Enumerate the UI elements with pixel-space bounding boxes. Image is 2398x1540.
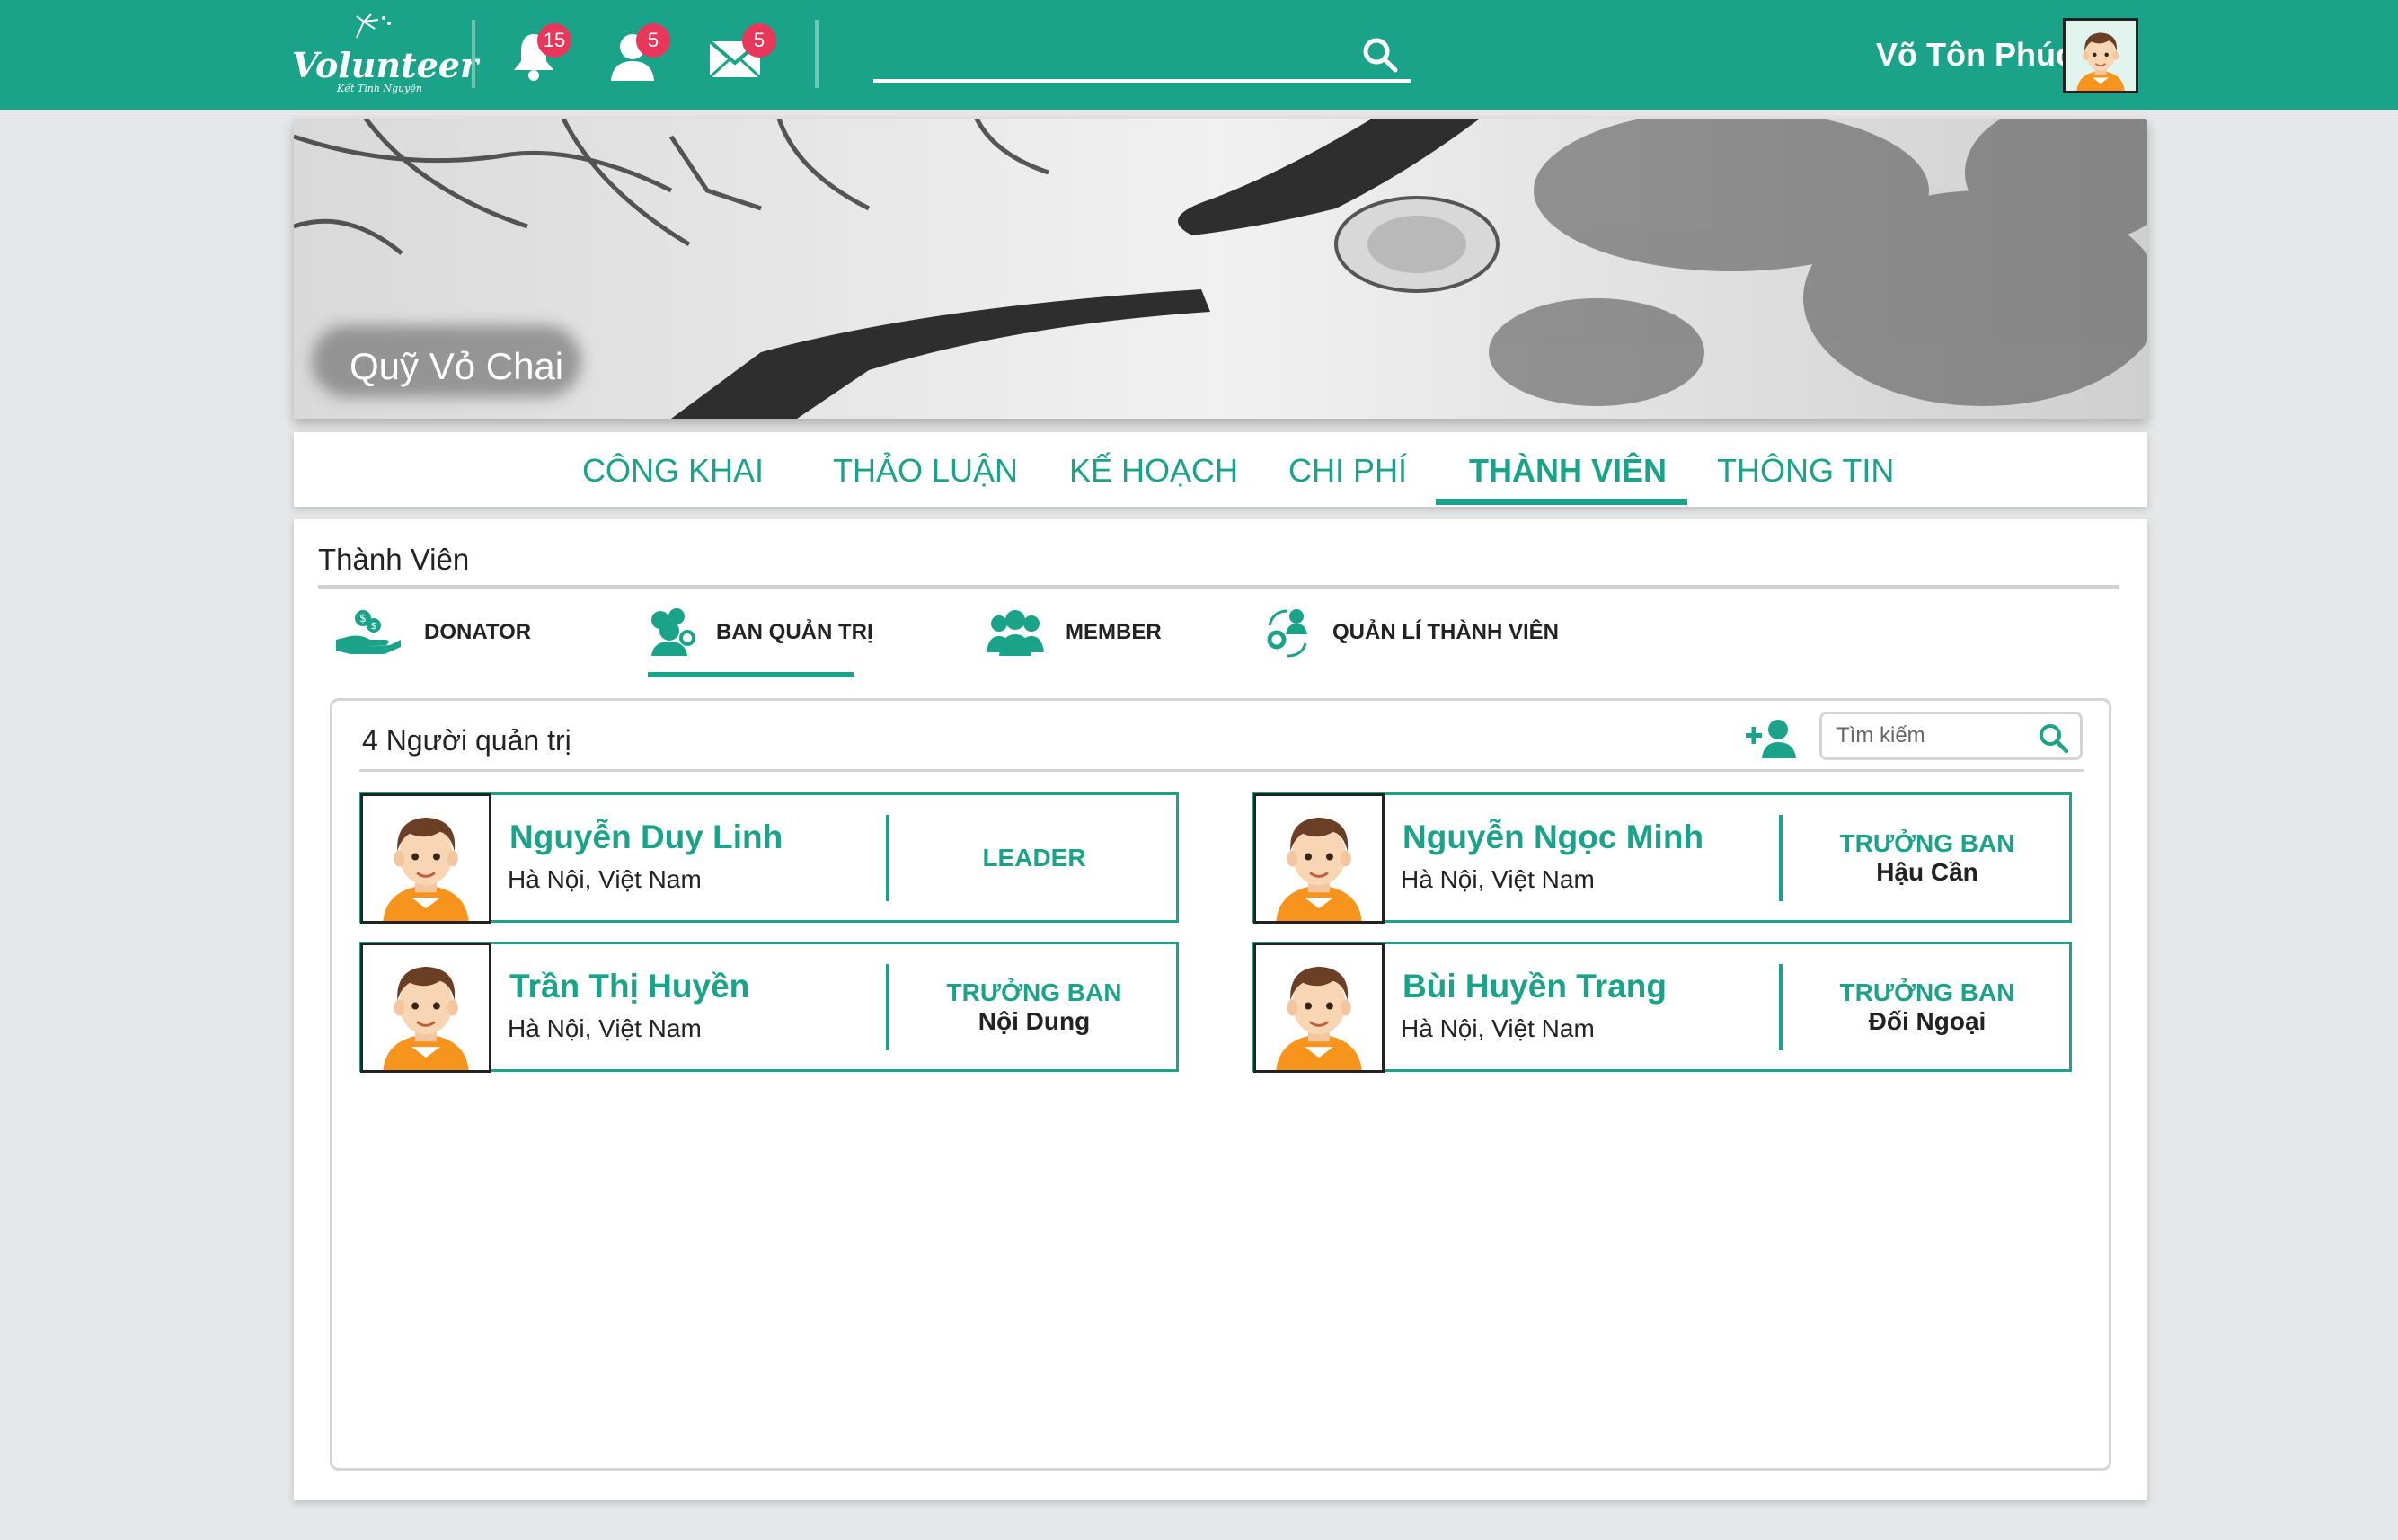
admin-list: 4 Người quản trị Nguyễn Duy Linh Hà N — [330, 698, 2111, 1471]
role-department: Hậu Cần — [1876, 857, 1978, 886]
notifications-button[interactable]: 15 — [509, 23, 571, 88]
tab-thao-luan[interactable]: THẢO LUẬN — [833, 452, 1018, 490]
avatar-image — [363, 945, 489, 1070]
role-title: TRƯỞNG BAN — [1839, 978, 2015, 1006]
dandelion-icon — [356, 13, 391, 39]
members-group-icon — [987, 610, 1044, 656]
member-avatar — [360, 943, 491, 1073]
avatar-image — [363, 796, 489, 921]
member-role: TRƯỞNG BAN Nội Dung — [892, 944, 1176, 1069]
tab-cong-khai[interactable]: CÔNG KHAI — [582, 452, 764, 490]
divider — [359, 769, 2084, 772]
active-tab-indicator — [1436, 499, 1687, 505]
subtab-label: QUẢN LÍ THÀNH VIÊN — [1332, 620, 1559, 644]
admin-search-input[interactable] — [1836, 723, 2034, 748]
member-location: Hà Nội, Việt Nam — [508, 865, 702, 893]
admin-card[interactable]: Nguyễn Duy Linh Hà Nội, Việt Nam LEADER — [359, 792, 1179, 924]
tab-ke-hoach[interactable]: KẾ HOẠCH — [1069, 452, 1238, 490]
add-user-icon — [1746, 720, 1796, 758]
avatar-image — [1256, 796, 1382, 921]
divider — [318, 585, 2119, 589]
tab-thong-tin[interactable]: THÔNG TIN — [1717, 452, 1894, 490]
avatar-image — [2066, 21, 2136, 91]
card-divider — [886, 964, 889, 1050]
messages-button[interactable]: 5 — [708, 23, 776, 88]
admin-count: 4 Người quản trị — [362, 724, 571, 757]
header-divider — [815, 20, 819, 88]
top-bar: Volunteer Kết Tình Nguyện 15 5 5 Võ Tôn … — [0, 0, 2398, 110]
subtab-label: BAN QUẢN TRỊ — [716, 620, 873, 644]
svg-text:$: $ — [359, 612, 367, 624]
tab-chi-phi[interactable]: CHI PHÍ — [1288, 452, 1407, 490]
notifications-badge: 15 — [537, 23, 571, 58]
messages-badge: 5 — [742, 23, 776, 58]
role-title: TRƯỞNG BAN — [946, 978, 1122, 1006]
role-department: Nội Dung — [978, 1006, 1091, 1035]
svg-text:$: $ — [371, 620, 377, 632]
logo-wordmark: Volunteer — [292, 45, 478, 85]
panel-title: Thành Viên — [318, 543, 470, 576]
admin-group-icon — [651, 608, 695, 656]
header-search-input[interactable] — [873, 79, 1411, 83]
admin-card[interactable]: Trần Thị Huyền Hà Nội, Việt Nam TRƯỞNG B… — [359, 942, 1179, 1073]
card-divider — [1779, 964, 1783, 1050]
donate-hand-icon: $ $ — [336, 610, 401, 654]
avatar-image — [1256, 945, 1382, 1070]
subtab-ban-quan-tri[interactable]: BAN QUẢN TRỊ — [648, 606, 873, 659]
header-divider — [472, 20, 475, 88]
member-role: TRƯỞNG BAN Đối Ngoại — [1785, 944, 2069, 1069]
friend-requests-button[interactable]: 5 — [607, 23, 670, 88]
add-admin-button[interactable] — [1746, 717, 1798, 760]
group-name: Quỹ Vỏ Chai — [350, 345, 564, 387]
user-name[interactable]: Võ Tôn Phúc — [1876, 36, 2074, 74]
subtab-label: DONATOR — [424, 620, 532, 644]
role-department: Đối Ngoại — [1868, 1006, 1987, 1035]
member-name[interactable]: Nguyễn Ngọc Minh — [1403, 819, 1703, 856]
subtab-donator[interactable]: $ $ DONATOR — [334, 606, 531, 659]
member-avatar — [1253, 943, 1385, 1073]
member-location: Hà Nội, Việt Nam — [1401, 865, 1595, 893]
header-search-button[interactable] — [1361, 36, 1399, 74]
member-avatar — [360, 793, 491, 924]
member-location: Hà Nội, Việt Nam — [1401, 1014, 1595, 1042]
volunteer-logo[interactable]: Volunteer Kết Tình Nguyện — [292, 13, 478, 94]
member-name[interactable]: Nguyễn Duy Linh — [509, 819, 783, 856]
member-location: Hà Nội, Việt Nam — [508, 1014, 702, 1042]
user-avatar[interactable] — [2063, 18, 2138, 93]
card-divider — [1779, 815, 1783, 901]
group-tabs: CÔNG KHAI THẢO LUẬN KẾ HOẠCH CHI PHÍ THÀ… — [294, 432, 2147, 507]
manage-members-icon — [1267, 609, 1307, 658]
subtab-label: MEMBER — [1066, 620, 1162, 644]
member-role: LEADER — [892, 795, 1176, 920]
admin-card[interactable]: Bùi Huyền Trang Hà Nội, Việt Nam TRƯỞNG … — [1252, 942, 2072, 1073]
member-avatar — [1253, 793, 1385, 924]
role-title: TRƯỞNG BAN — [1839, 828, 2015, 857]
member-name[interactable]: Trần Thị Huyền — [509, 968, 749, 1005]
subtab-quan-li-thanh-vien[interactable]: QUẢN LÍ THÀNH VIÊN — [1264, 606, 1559, 659]
card-divider — [886, 815, 889, 901]
search-icon[interactable] — [2037, 721, 2069, 754]
active-subtab-indicator — [648, 672, 854, 677]
admin-search-box — [1819, 712, 2083, 760]
friend-requests-badge: 5 — [636, 23, 670, 58]
logo-tagline: Kết Tình Nguyện — [337, 83, 422, 94]
admin-card[interactable]: Nguyễn Ngọc Minh Hà Nội, Việt Nam TRƯỞNG… — [1252, 792, 2072, 924]
role-title: LEADER — [982, 843, 1086, 872]
subtab-member[interactable]: MEMBER — [987, 606, 1162, 659]
cover-photo: Quỹ Vỏ Chai — [294, 119, 2147, 419]
tab-thanh-vien[interactable]: THÀNH VIÊN — [1469, 452, 1667, 490]
member-name[interactable]: Bùi Huyền Trang — [1403, 968, 1667, 1005]
member-role: TRƯỞNG BAN Hậu Cần — [1785, 795, 2069, 920]
members-panel: Thành Viên $ $ DONATOR BAN QUẢN TRỊ MEMB… — [294, 519, 2147, 1500]
search-icon — [1363, 38, 1398, 73]
